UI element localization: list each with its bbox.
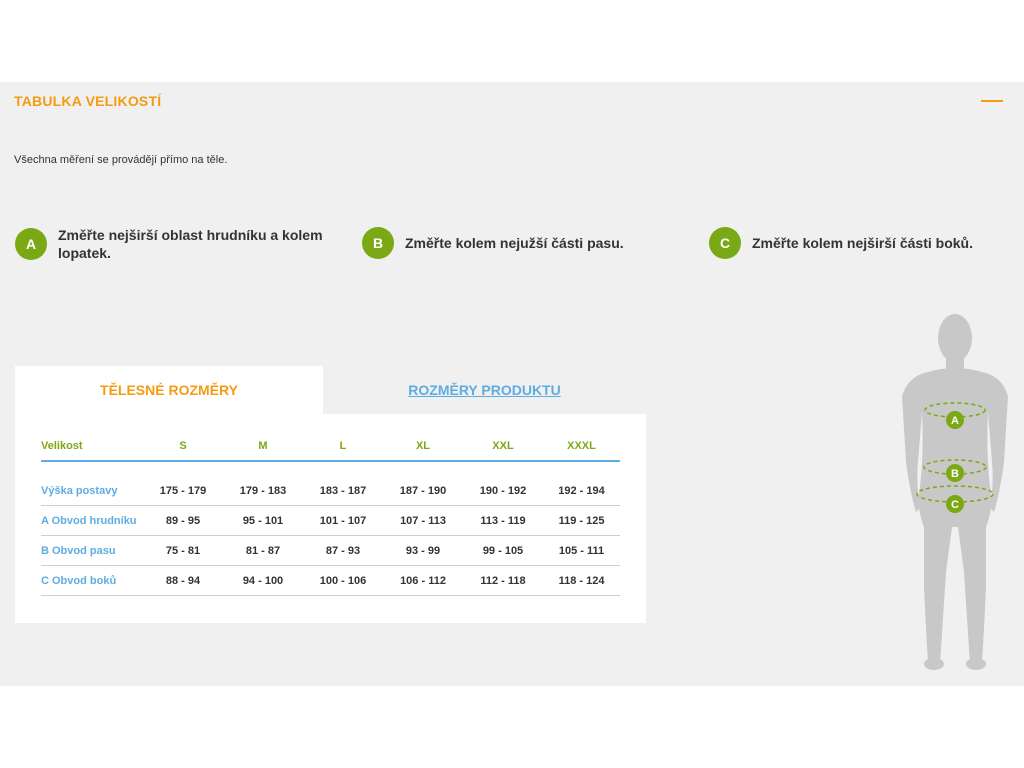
measure-step-a: A Změřte nejširší oblast hrudníku a kole… — [15, 226, 323, 262]
table-cell: 118 - 124 — [543, 565, 620, 596]
step-text-c: Změřte kolem nejširší části boků. — [752, 235, 973, 251]
intro-text: Všechna měření se provádějí přímo na těl… — [14, 154, 228, 166]
table-cell: 89 - 95 — [143, 505, 223, 536]
table-cell: 119 - 125 — [543, 505, 620, 536]
measure-marker-c: C — [946, 495, 964, 513]
row-label: B Obvod pasu — [41, 535, 143, 566]
table-cell: 87 - 93 — [303, 535, 383, 566]
table-cell: 75 - 81 — [143, 535, 223, 566]
table-cell: 88 - 94 — [143, 565, 223, 596]
table-cell: 112 - 118 — [463, 565, 543, 596]
section-title[interactable]: TABULKA VELIKOSTÍ — [14, 93, 161, 109]
table-cell: 100 - 106 — [303, 565, 383, 596]
marker-label-a: A — [951, 415, 959, 427]
table-header: XXL — [463, 432, 543, 462]
table-header: XXXL — [543, 432, 620, 462]
table-cell: 187 - 190 — [383, 461, 463, 506]
table-cell: 107 - 113 — [383, 505, 463, 536]
tab-body-measurements[interactable]: TĚLESNÉ ROZMĚRY — [15, 366, 323, 414]
table-cell: 105 - 111 — [543, 535, 620, 566]
tab-product-measurements[interactable]: ROZMĚRY PRODUKTU — [323, 366, 646, 414]
step-text-a-line2: lopatek. — [58, 245, 111, 261]
collapse-icon[interactable] — [981, 100, 1003, 102]
row-label: Výška postavy — [41, 461, 143, 506]
table-cell: 190 - 192 — [463, 461, 543, 506]
table-cell: 175 - 179 — [143, 461, 223, 506]
table-cell: 93 - 99 — [383, 535, 463, 566]
row-label: A Obvod hrudníku — [41, 505, 143, 536]
step-badge-b: B — [362, 227, 394, 259]
table-header: XL — [383, 432, 463, 462]
table-cell: 101 - 107 — [303, 505, 383, 536]
table-cell: 113 - 119 — [463, 505, 543, 536]
measure-marker-b: B — [946, 464, 964, 482]
measure-marker-a: A — [946, 411, 964, 429]
table-header: S — [143, 432, 223, 462]
table-header: L — [303, 432, 383, 462]
size-table: Velikost S M L XL XXL XXXL Výška postavy… — [41, 432, 620, 596]
table-cell: 94 - 100 — [223, 565, 303, 596]
table-cell: 183 - 187 — [303, 461, 383, 506]
body-silhouette-figure: A B C — [902, 314, 1008, 670]
size-table-card: Velikost S M L XL XXL XXXL Výška postavy… — [15, 414, 646, 623]
table-row: A Obvod hrudníku 89 - 95 95 - 101 101 - … — [41, 505, 620, 536]
table-header: M — [223, 432, 303, 462]
step-badge-c: C — [709, 227, 741, 259]
table-header-size: Velikost — [41, 432, 143, 462]
table-cell: 95 - 101 — [223, 505, 303, 536]
marker-label-b: B — [951, 468, 959, 480]
step-text-b: Změřte kolem nejužší části pasu. — [405, 235, 624, 251]
table-cell: 192 - 194 — [543, 461, 620, 506]
table-cell: 99 - 105 — [463, 535, 543, 566]
measure-step-c: C Změřte kolem nejširší části boků. — [709, 227, 973, 259]
measure-step-b: B Změřte kolem nejužší části pasu. — [362, 227, 624, 259]
table-header-row: Velikost S M L XL XXL XXXL — [41, 432, 620, 462]
table-cell: 81 - 87 — [223, 535, 303, 566]
table-row: B Obvod pasu 75 - 81 81 - 87 87 - 93 93 … — [41, 535, 620, 566]
row-label: C Obvod boků — [41, 565, 143, 596]
marker-label-c: C — [951, 499, 959, 511]
step-text-a: Změřte nejširší oblast hrudníku a kolem … — [58, 226, 323, 262]
table-cell: 106 - 112 — [383, 565, 463, 596]
table-cell: 179 - 183 — [223, 461, 303, 506]
table-row: Výška postavy 175 - 179 179 - 183 183 - … — [41, 461, 620, 506]
table-row: C Obvod boků 88 - 94 94 - 100 100 - 106 … — [41, 565, 620, 596]
step-badge-a: A — [15, 228, 47, 260]
step-text-a-line1: Změřte nejširší oblast hrudníku a kolem — [58, 227, 323, 243]
